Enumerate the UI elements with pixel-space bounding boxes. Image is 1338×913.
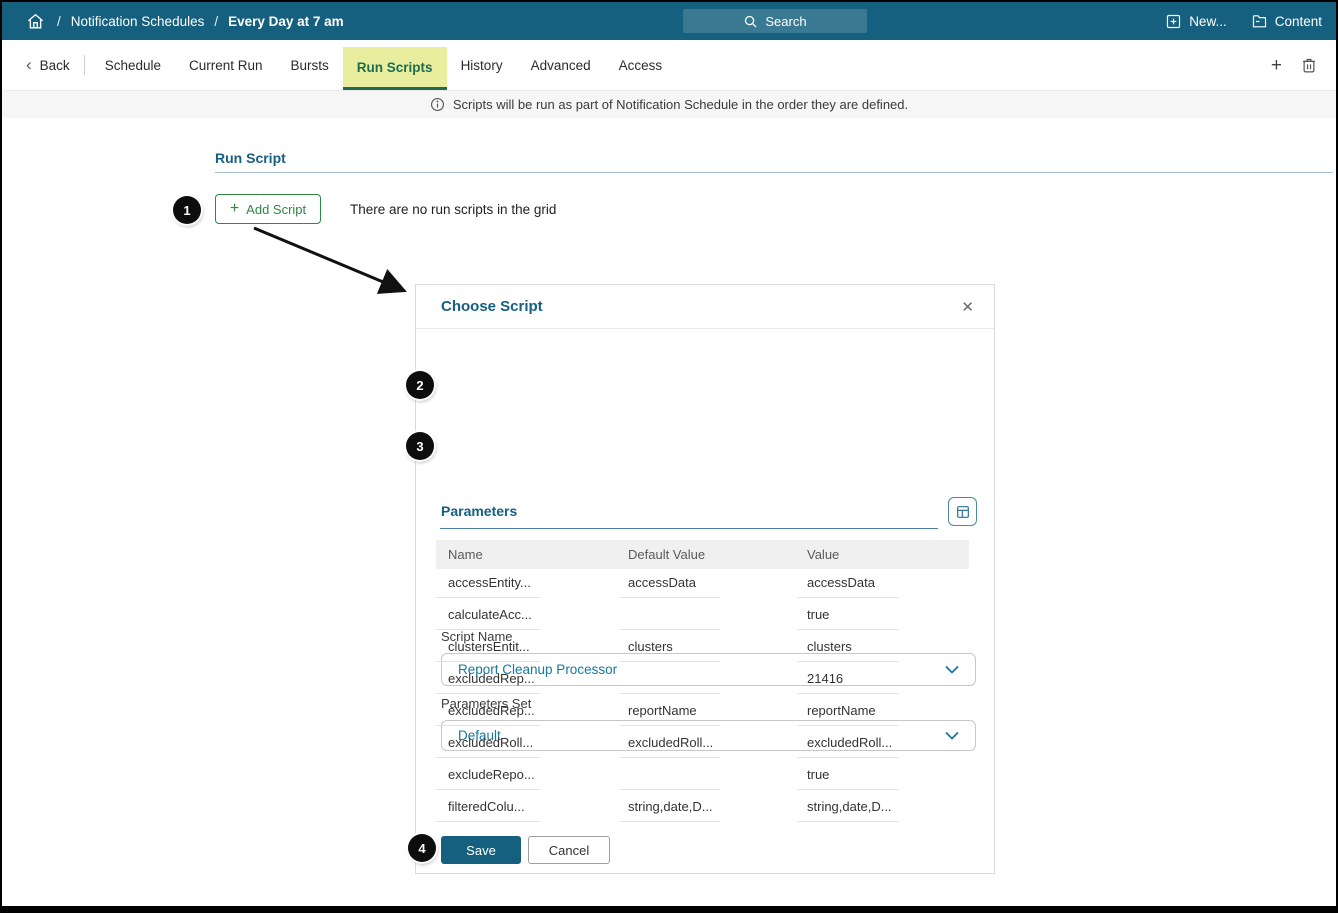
table-row: calculateAcc... true xyxy=(436,601,969,633)
plus-icon: + xyxy=(230,201,239,217)
save-button[interactable]: Save xyxy=(441,836,521,864)
search-placeholder: Search xyxy=(765,14,806,29)
search-input[interactable]: Search xyxy=(683,9,867,33)
column-header-default-value: Default Value xyxy=(628,540,705,569)
new-button-label: New... xyxy=(1189,14,1227,29)
tab-bursts[interactable]: Bursts xyxy=(277,40,343,90)
parameters-rule xyxy=(440,528,938,529)
cell-value[interactable]: string,date,D... xyxy=(798,794,898,822)
cell-name[interactable]: calculateAcc... xyxy=(436,602,540,630)
cell-name[interactable]: excludedRep... xyxy=(436,666,540,694)
cell-default-value[interactable] xyxy=(620,666,720,694)
app-window: / Notification Schedules / Every Day at … xyxy=(0,0,1338,913)
cell-default-value[interactable]: clusters xyxy=(620,634,720,662)
cell-value[interactable]: true xyxy=(798,762,898,790)
cell-default-value[interactable]: accessData xyxy=(620,570,720,598)
cell-default-value[interactable]: excludedRoll... xyxy=(620,730,720,758)
close-icon[interactable]: ✕ xyxy=(957,296,978,318)
table-row: excludedRoll... excludedRoll... excluded… xyxy=(436,729,969,761)
tab-current-run[interactable]: Current Run xyxy=(175,40,277,90)
cell-default-value[interactable] xyxy=(620,602,720,630)
table-row: excludeRepo... true xyxy=(436,761,969,793)
section-rule xyxy=(215,172,1333,173)
modal-title: Choose Script xyxy=(441,298,543,315)
annotation-step-4: 4 xyxy=(408,834,436,862)
table-row: filteredColu... string,date,D... string,… xyxy=(436,793,969,825)
cell-name[interactable]: clustersEntit... xyxy=(436,634,540,662)
table-row: excludedRep... 21416 xyxy=(436,665,969,697)
tab-schedule[interactable]: Schedule xyxy=(91,40,175,90)
chevron-left-icon: ‹ xyxy=(26,56,32,73)
breadcrumb-item-schedules[interactable]: Notification Schedules xyxy=(71,14,205,29)
new-button[interactable]: New... xyxy=(1165,13,1227,30)
cell-name[interactable]: filteredColu... xyxy=(436,794,540,822)
folder-icon xyxy=(1251,13,1268,30)
cell-name[interactable]: accessEntity... xyxy=(436,570,540,598)
column-header-name: Name xyxy=(448,540,483,569)
modal-header: Choose Script ✕ xyxy=(416,285,994,329)
add-script-label: Add Script xyxy=(246,202,306,217)
parameters-title: Parameters xyxy=(441,503,517,519)
annotation-step-3: 3 xyxy=(406,432,434,460)
parameters-table-header: Name Default Value Value xyxy=(436,540,969,569)
info-banner: Scripts will be run as part of Notificat… xyxy=(2,90,1336,118)
back-button-label: Back xyxy=(40,58,70,73)
trash-icon[interactable] xyxy=(1300,56,1318,75)
choose-script-modal: Choose Script ✕ Script Name Report Clean… xyxy=(415,284,995,874)
cell-default-value[interactable] xyxy=(620,762,720,790)
content-button-label: Content xyxy=(1275,14,1322,29)
table-row: excludedRep... reportName reportName xyxy=(436,697,969,729)
tab-run-scripts[interactable]: Run Scripts xyxy=(343,47,447,90)
tabbar-actions: + xyxy=(1271,40,1318,90)
back-button[interactable]: ‹ Back xyxy=(26,58,84,73)
tab-bar: ‹ Back Schedule Current Run Bursts Run S… xyxy=(2,40,1336,90)
annotation-step-1: 1 xyxy=(173,196,201,224)
empty-grid-message: There are no run scripts in the grid xyxy=(350,202,556,217)
cell-value[interactable]: reportName xyxy=(798,698,898,726)
info-banner-text: Scripts will be run as part of Notificat… xyxy=(453,97,908,112)
cell-value[interactable]: accessData xyxy=(798,570,898,598)
run-script-section-title: Run Script xyxy=(215,150,286,166)
cell-default-value[interactable]: string,date,D... xyxy=(620,794,720,822)
cell-value[interactable]: clusters xyxy=(798,634,898,662)
top-header: / Notification Schedules / Every Day at … xyxy=(2,2,1336,40)
tabbar-divider xyxy=(84,55,85,75)
annotation-arrow xyxy=(242,217,422,307)
cell-value[interactable]: excludedRoll... xyxy=(798,730,898,758)
column-settings-button[interactable] xyxy=(948,497,977,526)
tab-advanced[interactable]: Advanced xyxy=(517,40,605,90)
header-actions: New... Content xyxy=(1165,2,1322,40)
cell-value[interactable]: true xyxy=(798,602,898,630)
parameters-table: Name Default Value Value accessEntity...… xyxy=(436,540,969,825)
grid-icon xyxy=(955,504,971,520)
column-header-value: Value xyxy=(807,540,839,569)
tab-access[interactable]: Access xyxy=(605,40,677,90)
content-button[interactable]: Content xyxy=(1251,13,1322,30)
cell-name[interactable]: excludedRep... xyxy=(436,698,540,726)
home-icon[interactable] xyxy=(26,12,45,31)
cancel-button[interactable]: Cancel xyxy=(528,836,610,864)
cell-default-value[interactable]: reportName xyxy=(620,698,720,726)
info-icon xyxy=(430,97,445,112)
breadcrumb-separator: / xyxy=(57,14,61,29)
cell-name[interactable]: excludedRoll... xyxy=(436,730,540,758)
cell-value[interactable]: 21416 xyxy=(798,666,898,694)
breadcrumb-item-current: Every Day at 7 am xyxy=(228,14,344,29)
plus-square-icon xyxy=(1165,13,1182,30)
cell-name[interactable]: excludeRepo... xyxy=(436,762,540,790)
breadcrumb-separator: / xyxy=(214,14,218,29)
breadcrumb: / Notification Schedules / Every Day at … xyxy=(26,12,344,31)
table-row: accessEntity... accessData accessData xyxy=(436,569,969,601)
table-row: clustersEntit... clusters clusters xyxy=(436,633,969,665)
add-icon[interactable]: + xyxy=(1271,56,1282,75)
annotation-step-2: 2 xyxy=(406,371,434,399)
tab-history[interactable]: History xyxy=(447,40,517,90)
search-icon xyxy=(743,14,758,29)
